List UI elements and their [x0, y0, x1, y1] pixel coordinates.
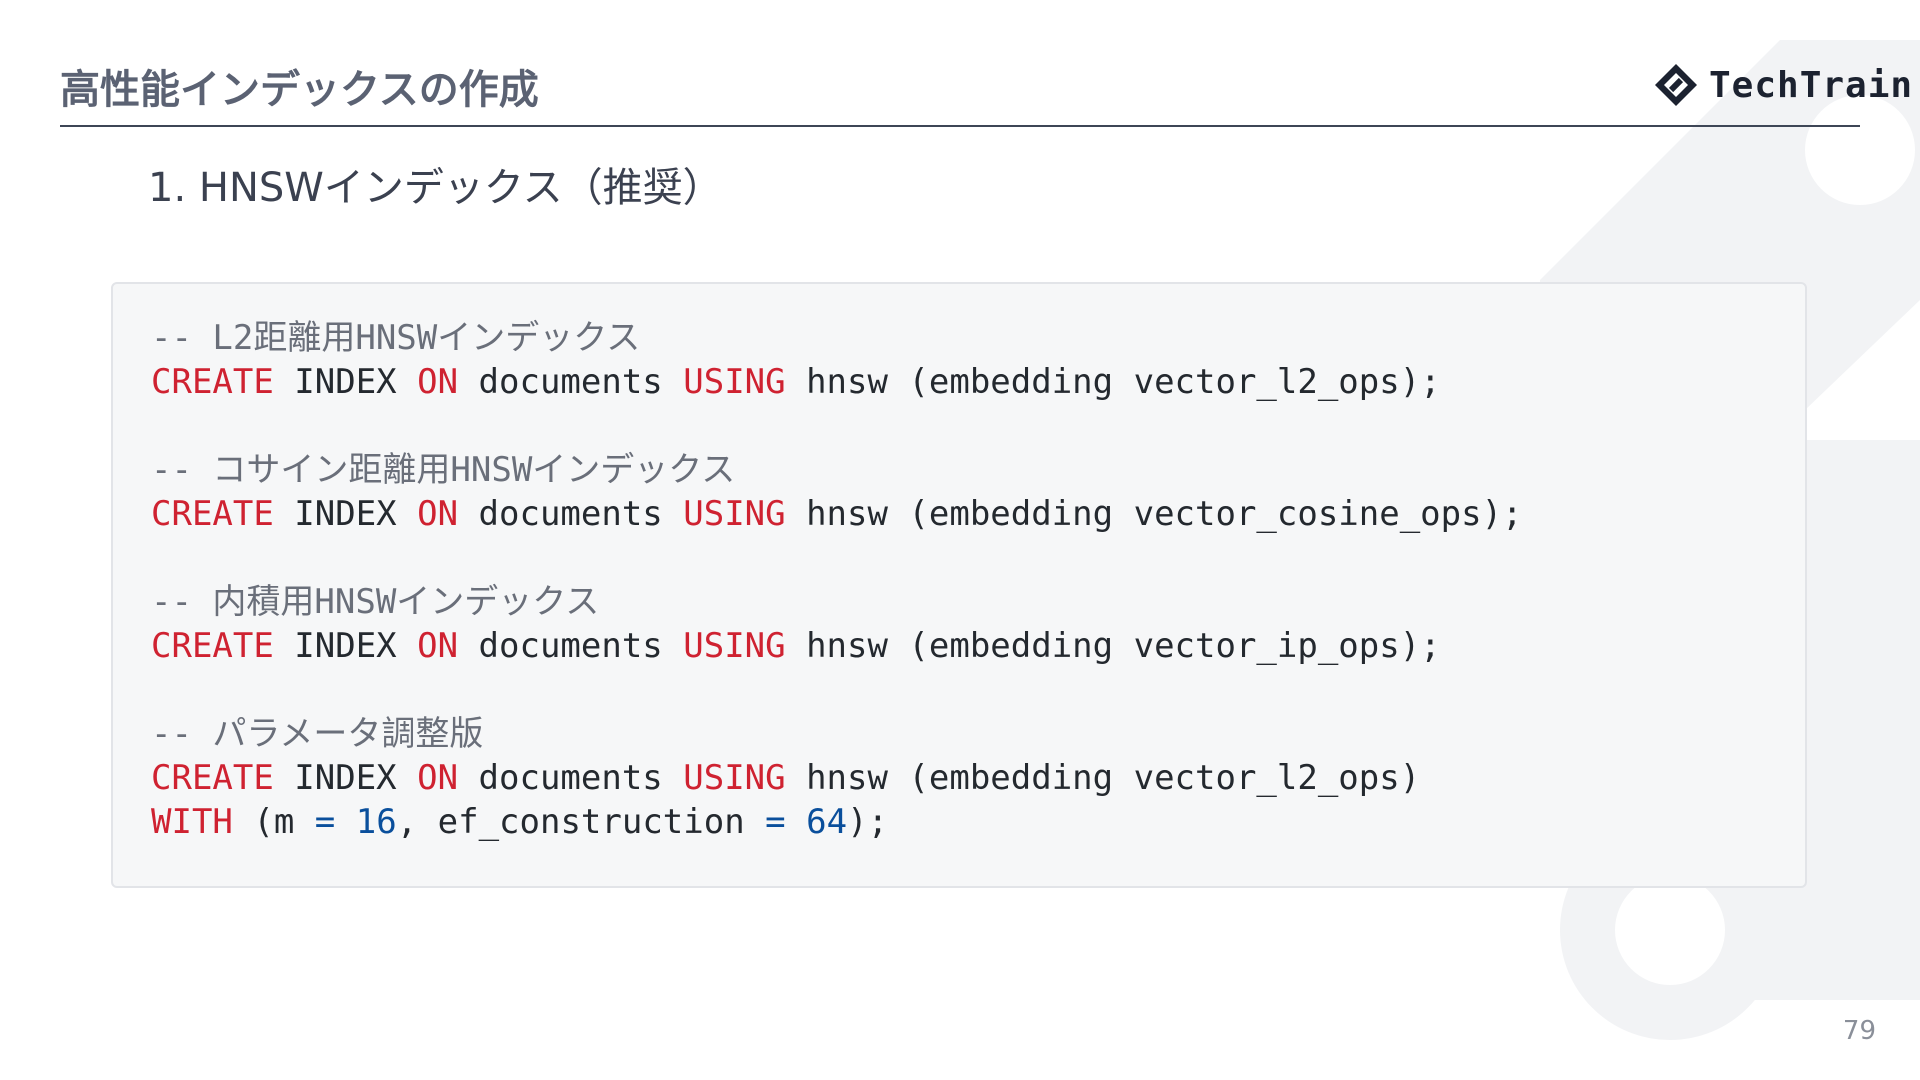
code-token-operator: =	[765, 802, 786, 842]
code-token-comment: -- 内積用HNSWインデックス	[151, 582, 600, 622]
code-line: CREATE INDEX ON documents USING hnsw (em…	[151, 492, 1767, 536]
page-title: 高性能インデックスの作成	[60, 67, 539, 113]
code-line: -- 内積用HNSWインデックス	[151, 580, 1767, 624]
code-token-plain: hnsw (embedding vector_ip_ops);	[785, 626, 1441, 666]
code-token-comment: -- コサイン距離用HNSWインデックス	[151, 450, 736, 490]
code-token-plain: hnsw (embedding vector_l2_ops);	[785, 362, 1441, 402]
code-token-plain: (m	[232, 802, 315, 842]
code-token-plain: INDEX	[273, 494, 418, 534]
code-token-keyword: ON	[417, 494, 459, 534]
page-number: 79	[1842, 1016, 1876, 1046]
code-token-operator: =	[314, 802, 336, 842]
section-heading: 1. HNSWインデックス（推奨）	[148, 165, 723, 211]
code-token-plain: documents	[458, 758, 684, 798]
code-token-comment: -- L2距離用HNSWインデックス	[151, 318, 641, 358]
code-token-plain: INDEX	[273, 626, 418, 666]
title-divider	[60, 125, 1860, 127]
code-token-keyword: USING	[683, 626, 786, 666]
code-token-plain: hnsw (embedding vector_l2_ops)	[785, 758, 1421, 798]
techtrain-logo-icon	[1655, 64, 1697, 106]
code-token-keyword: CREATE	[151, 494, 274, 534]
code-token-plain: documents	[458, 362, 684, 402]
code-token-keyword: CREATE	[151, 758, 274, 798]
code-line: CREATE INDEX ON documents USING hnsw (em…	[151, 756, 1767, 800]
code-token-plain: INDEX	[273, 758, 418, 798]
code-token-keyword: USING	[683, 758, 786, 798]
brand: TechTrain	[1653, 60, 1913, 110]
code-token-number: 16	[355, 802, 397, 842]
code-token-keyword: USING	[683, 494, 786, 534]
code-line: -- コサイン距離用HNSWインデックス	[151, 448, 1767, 492]
code-token-number: 64	[806, 802, 848, 842]
code-line: -- パラメータ調整版	[151, 712, 1767, 756]
code-token-plain: );	[847, 802, 889, 842]
code-token-keyword: CREATE	[151, 362, 274, 402]
code-token-keyword: WITH	[151, 802, 233, 842]
code-line: WITH (m = 16, ef_construction = 64);	[151, 800, 1767, 844]
code-block: -- L2距離用HNSWインデックス CREATE INDEX ON docume…	[111, 282, 1807, 888]
brand-name: TechTrain	[1709, 64, 1914, 106]
code-token-plain: hnsw (embedding vector_cosine_ops);	[785, 494, 1523, 534]
code-token-keyword: ON	[417, 362, 459, 402]
code-token-plain: documents	[458, 626, 684, 666]
code-token-keyword: CREATE	[151, 626, 274, 666]
code-token-comment: -- パラメータ調整版	[151, 714, 484, 754]
code-token-plain: INDEX	[273, 362, 418, 402]
code-token-keyword: ON	[417, 758, 459, 798]
code-token-plain: , ef_construction	[396, 802, 766, 842]
code-line: -- L2距離用HNSWインデックス	[151, 316, 1767, 360]
code-line: CREATE INDEX ON documents USING hnsw (em…	[151, 360, 1767, 404]
code-token-keyword: ON	[417, 626, 459, 666]
code-token-keyword: USING	[683, 362, 786, 402]
code-token-plain: documents	[458, 494, 684, 534]
code-line: CREATE INDEX ON documents USING hnsw (em…	[151, 624, 1767, 668]
